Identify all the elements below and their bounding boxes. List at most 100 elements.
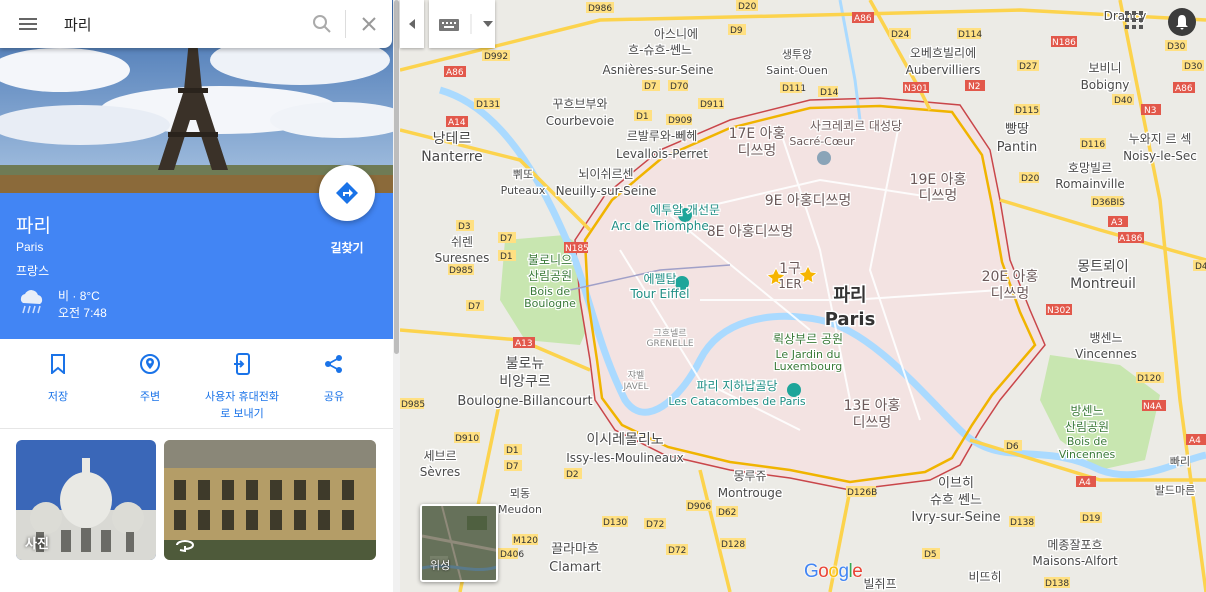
send-to-phone-button[interactable]: 사용자 휴대전화 로 보내기 (192, 351, 292, 423)
share-button[interactable]: 공유 (284, 351, 384, 406)
svg-text:D406: D406 (500, 550, 524, 560)
map-label: 13E 아홍 (844, 398, 901, 414)
svg-text:D72: D72 (668, 546, 686, 556)
svg-text:N4A: N4A (1143, 402, 1162, 412)
collapse-panel-button[interactable] (400, 0, 424, 48)
directions-button[interactable] (319, 165, 375, 221)
svg-text:D30: D30 (1184, 62, 1203, 72)
map-label: 뫼동 (510, 487, 530, 500)
map-label: Boulogne-Billancourt (457, 394, 592, 409)
map-label: Bobigny (1081, 78, 1130, 92)
directions-icon (336, 182, 358, 204)
street-view-360-icon (176, 540, 194, 552)
map-label: 디쓰멍 (738, 143, 777, 159)
panel-scroll-thumb[interactable] (394, 0, 399, 354)
directions-label[interactable]: 길찾기 (312, 239, 382, 256)
chevron-down-icon (483, 21, 493, 27)
google-logo: Google (804, 561, 863, 582)
map-label: 사크레쾨르 대성당 (810, 119, 902, 133)
map-label: JAVEL (623, 382, 649, 392)
map-label: 산림공원 (1065, 420, 1109, 434)
map-label: Ivry-sur-Seine (911, 510, 1000, 525)
svg-text:D2: D2 (566, 470, 579, 480)
map-label: 디쓰멍 (919, 188, 958, 204)
svg-text:A186: A186 (1119, 234, 1143, 244)
bookmark-icon (51, 354, 65, 374)
svg-text:D9: D9 (730, 26, 743, 36)
svg-text:D6: D6 (1006, 442, 1019, 452)
nearby-label: 주변 (139, 391, 161, 403)
svg-text:D909: D909 (668, 116, 692, 126)
clear-search-button[interactable] (346, 0, 392, 48)
map-label: 뤽상부르 공원 (773, 332, 843, 346)
svg-text:N185: N185 (565, 244, 589, 254)
svg-text:D70: D70 (670, 82, 689, 92)
map-label: 1구 (779, 261, 801, 277)
search-button[interactable] (299, 0, 345, 48)
share-label: 공유 (323, 391, 345, 403)
svg-text:N186: N186 (1052, 38, 1076, 48)
svg-text:D30: D30 (1167, 42, 1186, 52)
share-icon (325, 355, 342, 373)
map-label: Sèvres (420, 465, 460, 479)
map-label: 호망빌르 (1068, 161, 1112, 175)
map-label: 에펠탑 (643, 272, 676, 286)
input-tools-button[interactable] (429, 0, 495, 48)
map-label: 르발루와-뻬헤 (627, 129, 698, 143)
map-label: 뱅센느 (1089, 331, 1122, 345)
poi-sacre-coeur (817, 151, 831, 165)
map-label: 발드마른 (1155, 484, 1195, 497)
map-label: 뇌이쉬르센 (578, 167, 633, 181)
svg-text:A14: A14 (448, 118, 466, 128)
map-label: 방센느 (1070, 404, 1103, 418)
search-icon (313, 15, 331, 33)
svg-text:D138: D138 (1045, 579, 1069, 589)
notifications-button[interactable] (1168, 8, 1196, 36)
map-canvas[interactable]: 아스니에 흐-슈흐-쎈느 Asnières-sur-Seine 생투앙 Sain… (400, 0, 1206, 592)
nearby-button[interactable]: 주변 (100, 351, 200, 406)
map-label: 꾸흐브부와 (552, 97, 607, 111)
photo-street-view[interactable] (164, 440, 376, 560)
svg-text:D36BIS: D36BIS (1092, 198, 1125, 208)
map-label: Pantin (997, 140, 1037, 155)
satellite-toggle[interactable]: 위성 (420, 504, 498, 582)
map-label: Clamart (549, 560, 601, 575)
map-label: 쟈벨 (628, 370, 645, 381)
keyboard-icon (439, 14, 472, 34)
svg-text:D126B: D126B (847, 488, 877, 498)
map-label: Montreuil (1070, 276, 1136, 292)
photos-label: 사진 (25, 536, 49, 551)
search-input[interactable] (56, 0, 299, 48)
map-label: 쀠또 (513, 168, 533, 181)
map-label: GRENELLE (646, 339, 693, 349)
svg-text:D911: D911 (700, 100, 724, 110)
svg-text:M120: M120 (513, 536, 538, 546)
svg-text:N3: N3 (1144, 106, 1156, 116)
map-label: 누와지 르 섹 (1129, 132, 1192, 146)
svg-text:D27: D27 (1019, 62, 1037, 72)
svg-text:D906: D906 (687, 502, 711, 512)
menu-button[interactable] (0, 0, 56, 48)
map-label: 8E 아홍디쓰멍 (707, 224, 794, 240)
map-label: Tour Eiffel (630, 287, 690, 301)
close-icon (362, 17, 376, 31)
map-label: Neuilly-sur-Seine (556, 184, 657, 198)
panel-scrollbar[interactable] (393, 0, 400, 592)
action-bar: 저장 주변 사용자 휴대전화 로 보내기 공유 (0, 339, 393, 429)
map-label: 파리 지하납골당 (696, 379, 777, 393)
apps-grid-button[interactable] (1122, 8, 1146, 32)
save-button[interactable]: 저장 (8, 351, 108, 406)
map-label: 20E 아홍 (982, 269, 1039, 285)
map-label: 1ER (778, 277, 802, 291)
photo-sacre-coeur[interactable]: 사진 (16, 440, 156, 560)
place-title: 파리 (16, 216, 51, 237)
svg-text:D985: D985 (449, 266, 473, 276)
bell-icon (1176, 15, 1188, 30)
map-label: Vincennes (1075, 347, 1137, 361)
map-label: 에투알 개선문 (650, 203, 720, 217)
svg-text:D5: D5 (924, 550, 937, 560)
svg-text:D115: D115 (1015, 106, 1039, 116)
map-label: Levallois-Perret (616, 147, 708, 161)
svg-text:D131: D131 (476, 100, 500, 110)
map-label: 오베흐빌리에 (910, 46, 976, 60)
